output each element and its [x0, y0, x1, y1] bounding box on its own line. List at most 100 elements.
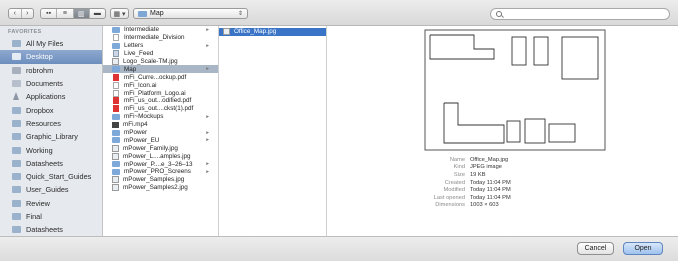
file-info: Name Office_Map.jpg Kind JPEG image Size 19 K…: [423, 156, 613, 209]
sidebar-heading: FAVORITES: [8, 29, 42, 35]
sidebar-item-label: All My Files: [26, 39, 64, 49]
sidebar-item[interactable]: User_Guides: [0, 183, 102, 196]
sidebar-item[interactable]: Quick_Start_Guides: [0, 170, 102, 183]
cover-flow-button[interactable]: ▬: [90, 9, 105, 18]
sidebar-item[interactable]: Resources: [0, 117, 102, 130]
pdf-file-icon: [113, 97, 119, 105]
icon-view-button[interactable]: ▪▪: [41, 9, 58, 18]
sidebar-item-label: Graphic_Library: [26, 132, 78, 142]
file-name: mPower_Samples.jpg: [123, 176, 185, 184]
file-name: mFi_Curre...ockup.pdf: [124, 73, 187, 81]
file-name: Map: [124, 65, 137, 73]
cancel-button[interactable]: Cancel: [577, 242, 614, 255]
video-file-icon: [112, 121, 119, 128]
sidebar-item[interactable]: Datasheets: [0, 157, 102, 170]
file-name: mFi.mp4: [123, 121, 148, 129]
info-value: Today 11:04 PM: [470, 187, 511, 194]
file-row[interactable]: mPower_L....amples.jpg: [103, 152, 218, 160]
document-file-icon: [113, 34, 119, 42]
folder-icon: [12, 119, 21, 127]
folder-icon: [112, 129, 120, 136]
sidebar-item[interactable]: Review: [0, 197, 102, 210]
file-name: mPower_Samples2.jpg: [123, 184, 188, 192]
file-row[interactable]: mFi_Curre...ockup.pdf: [103, 73, 218, 81]
file-row[interactable]: mPower_Samples2.jpg: [103, 184, 218, 192]
sidebar: FAVORITES All My Files Desktop robrohm Docu…: [0, 26, 103, 236]
disclosure-arrow-icon: ▸: [206, 66, 209, 73]
folder-icon: [12, 159, 21, 167]
sidebar-item[interactable]: Working: [0, 143, 102, 156]
file-row[interactable]: mPower_PRO_Screens ▸: [103, 168, 218, 176]
sidebar-item[interactable]: Desktop: [0, 50, 102, 64]
image-file-icon: [112, 176, 119, 184]
info-key: Dimensions: [435, 202, 465, 209]
map-thumbnail-image: [424, 29, 606, 151]
disclosure-arrow-icon: ▸: [206, 129, 209, 136]
toolbar: ‹ › ▪▪ ≡ ▥ ▬ ▦ ▾ Map ⇕: [0, 0, 678, 26]
file-row[interactable]: mFi_Platform_Logo.ai: [103, 89, 218, 97]
view-mode-control: ▪▪ ≡ ▥ ▬: [40, 8, 106, 19]
sidebar-item-label: Documents: [26, 79, 63, 89]
info-row: Created Today 11:04 PM: [423, 179, 613, 187]
folder-icon: [12, 226, 21, 234]
file-name: mPower_L....amples.jpg: [123, 152, 191, 160]
file-name: Intermediate_Division: [124, 34, 185, 42]
disclosure-arrow-icon: ▸: [206, 113, 209, 120]
file-row[interactable]: Map ▸: [103, 65, 218, 74]
open-button[interactable]: Open: [623, 242, 663, 255]
file-row[interactable]: mFi_Icon.ai: [103, 81, 218, 89]
file-row[interactable]: Intermediate_Division: [103, 34, 218, 42]
file-row[interactable]: Office_Map.jpg: [219, 28, 326, 36]
file-name: Letters: [124, 42, 144, 50]
image-file-icon: [112, 144, 119, 152]
file-name: mFi_Icon.ai: [124, 81, 157, 89]
file-name: mPower_EU: [124, 136, 160, 144]
file-row[interactable]: Intermediate ▸: [103, 26, 218, 34]
info-key: Modified: [443, 187, 466, 194]
sidebar-item[interactable]: All My Files: [0, 37, 102, 50]
file-row[interactable]: Live_Feed: [103, 50, 218, 58]
location-popup[interactable]: Map ⇕: [133, 8, 248, 19]
sidebar-item[interactable]: Documents: [0, 77, 102, 90]
image-file-icon: [223, 28, 230, 36]
back-button[interactable]: ‹: [9, 9, 22, 18]
info-value: 19 KB: [470, 171, 486, 178]
forward-button[interactable]: ›: [22, 9, 34, 18]
sidebar-item[interactable]: robrohm: [0, 64, 102, 77]
folder-icon: [112, 168, 120, 175]
file-row[interactable]: mFi_us_out....ckst(1).pdf: [103, 105, 218, 113]
sidebar-item[interactable]: Graphic_Library: [0, 130, 102, 143]
popup-arrows-icon: ⇕: [237, 11, 243, 17]
file-row[interactable]: mPower_EU ▸: [103, 136, 218, 144]
file-row[interactable]: mPower ▸: [103, 129, 218, 137]
sidebar-item[interactable]: Datasheets: [0, 223, 102, 236]
sidebar-item[interactable]: Final: [0, 210, 102, 223]
folder-icon: [12, 199, 21, 207]
file-row[interactable]: mPower_P....e_3–26–13 ▸: [103, 160, 218, 168]
info-row: Name Office_Map.jpg: [423, 156, 613, 164]
file-name: Live_Feed: [124, 50, 154, 58]
home-icon: [12, 66, 21, 74]
list-view-button[interactable]: ≡: [57, 9, 74, 18]
file-row[interactable]: Logo_Scale-TM.jpg: [103, 58, 218, 66]
sidebar-item[interactable]: Applications: [0, 90, 102, 103]
search-input[interactable]: [506, 10, 656, 18]
column-view-button[interactable]: ▥: [73, 9, 90, 18]
image-file-icon: [112, 152, 119, 160]
info-row: Dimensions 1003 × 603: [423, 202, 613, 210]
sidebar-item-label: robrohm: [26, 65, 54, 75]
info-value: Today 11:04 PM: [470, 194, 511, 201]
sidebar-item[interactable]: Dropbox: [0, 103, 102, 116]
file-row[interactable]: mFi.mp4: [103, 121, 218, 129]
preview-pane: Name Office_Map.jpg Kind JPEG image Size 19 K…: [327, 26, 678, 236]
file-row[interactable]: mPower_Family.jpg: [103, 144, 218, 152]
info-row: Kind JPEG image: [423, 164, 613, 172]
file-row[interactable]: Letters ▸: [103, 42, 218, 50]
file-name: mPower_PRO_Screens: [124, 168, 191, 176]
file-row[interactable]: mFi_us_out...odified.pdf: [103, 97, 218, 105]
arrange-button[interactable]: ▦ ▾: [110, 8, 129, 19]
file-row[interactable]: mPower_Samples.jpg: [103, 176, 218, 184]
file-row[interactable]: mFi~Mockups ▸: [103, 113, 218, 121]
disclosure-arrow-icon: ▸: [206, 42, 209, 49]
info-row: Last opened Today 11:04 PM: [423, 194, 613, 202]
